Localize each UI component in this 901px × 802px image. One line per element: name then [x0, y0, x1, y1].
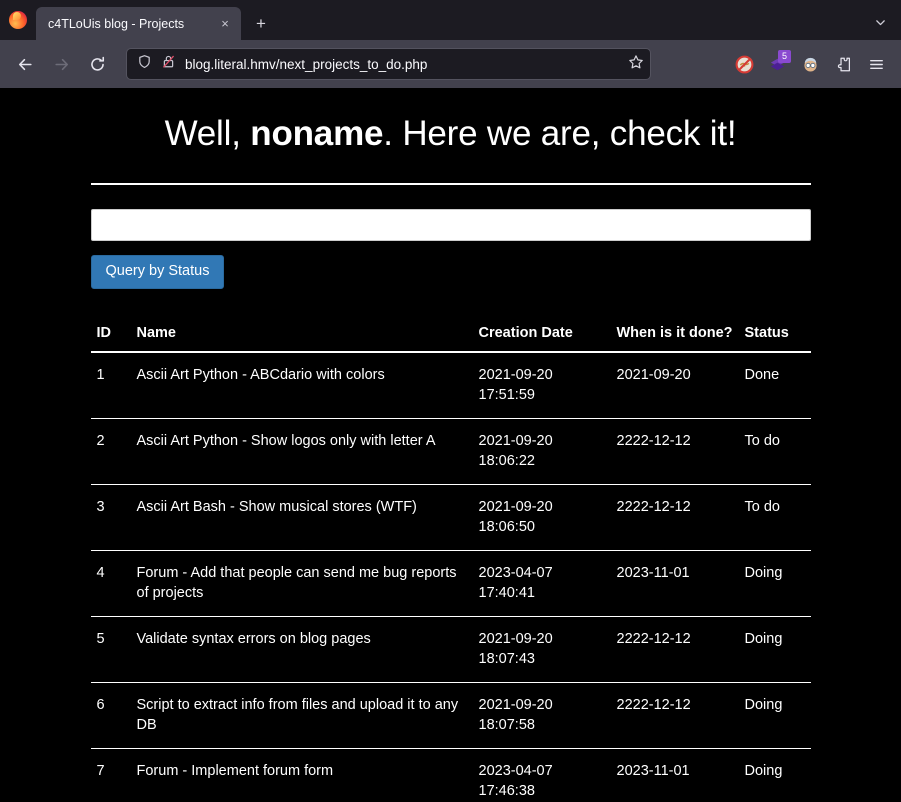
cell-creation-date: 2021-09-20 18:06:50 — [472, 484, 611, 551]
cell-creation-date: 2023-04-07 17:40:41 — [472, 550, 611, 617]
cell-name: Forum - Implement forum form — [130, 748, 473, 802]
cell-id: 1 — [96, 367, 105, 384]
cell-name: Ascii Art Python - ABCdario with colors — [136, 367, 385, 384]
cell-status: Doing — [738, 550, 811, 617]
cell-id: 7 — [90, 748, 131, 802]
cell-when-done: 2222-12-12 — [610, 484, 739, 551]
table-row: 6 Script to extract info from files and u… — [90, 682, 811, 749]
tab-title: c4TLoUis blog - Projects — [48, 16, 185, 31]
downloads-badge: 5 — [778, 50, 791, 63]
url-text: blog.literal.hmv/next_projects_to_do.php — [185, 56, 428, 72]
table-header-row: ID Name Creation Date When is it done? S… — [90, 316, 811, 354]
cell-status: To do — [738, 418, 811, 485]
navigation-toolbar: blog.literal.hmv/next_projects_to_do.php — [0, 40, 901, 88]
cell-name: Forum - Add that people can send me bug … — [130, 550, 473, 617]
page-title: Well, noname. Here we are, check it! — [91, 112, 811, 156]
cell-status: To do — [738, 484, 811, 551]
cell-status: Doing — [738, 682, 811, 749]
column-header-creation-date: Creation Date — [472, 316, 611, 354]
column-header-when-done: When is it done? — [610, 316, 739, 354]
cell-creation-date: 2021-09-20 18:06:22 — [472, 418, 611, 485]
firefox-logo-icon — [9, 11, 27, 29]
cell-name: Script to extract info from files and up… — [130, 682, 473, 749]
chevron-down-icon[interactable] — [863, 7, 897, 37]
cell-id: 5 — [90, 616, 131, 683]
account-avatar-icon[interactable] — [795, 49, 825, 79]
cell-creation-date: 2023-04-07 17:46:38 — [472, 748, 611, 802]
firefox-app-button[interactable] — [0, 0, 36, 40]
adblock-icon[interactable] — [729, 49, 759, 79]
cell-creation-date: 2021-09-20 18:07:43 — [472, 616, 611, 683]
lock-crossed-icon[interactable] — [161, 54, 176, 74]
close-icon[interactable]: × — [215, 14, 235, 34]
table-row: 5 Validate syntax errors on blog pages 202… — [90, 616, 811, 683]
cell-name: Ascii Art Python - Show logos only with … — [130, 418, 473, 485]
star-icon[interactable] — [628, 54, 644, 75]
column-header-id: ID — [90, 316, 131, 354]
forward-arrow-icon — [44, 48, 78, 80]
cell-when-done: 2222-12-12 — [610, 682, 739, 749]
cell-id: 6 — [90, 682, 131, 749]
downloads-icon[interactable]: 5 — [762, 49, 792, 79]
cell-creation-date: 2021-09-20 17:51:59 — [478, 367, 553, 404]
shield-icon[interactable] — [137, 54, 152, 74]
cell-status: Doing — [738, 616, 811, 683]
page-viewport: Well, noname. Here we are, check it! Que… — [0, 88, 901, 802]
cell-status: Doing — [738, 748, 811, 802]
table-body: 1 Ascii Art Python - ABCdario with colors… — [90, 352, 811, 802]
table-row: 4 Forum - Add that people can send me bug… — [90, 550, 811, 617]
page-title-username: noname — [250, 114, 384, 153]
table-row: 3 Ascii Art Bash - Show musical stores (W… — [90, 484, 811, 551]
cell-when-done: 2222-12-12 — [610, 616, 739, 683]
column-header-status: Status — [738, 316, 811, 354]
status-input[interactable] — [90, 208, 811, 241]
table-row: 2 Ascii Art Python - Show logos only with… — [90, 418, 811, 485]
cell-status: Done — [744, 367, 780, 384]
tab-strip: c4TLoUis blog - Projects × + — [0, 0, 901, 40]
cell-name: Ascii Art Bash - Show musical stores (WT… — [130, 484, 473, 551]
cell-name: Validate syntax errors on blog pages — [130, 616, 473, 683]
cell-when-done: 2023-11-01 — [610, 550, 739, 617]
projects-table: ID Name Creation Date When is it done? S… — [90, 316, 811, 802]
reload-icon[interactable] — [80, 48, 114, 80]
cell-id: 3 — [90, 484, 131, 551]
cell-when-done: 2222-12-12 — [610, 418, 739, 485]
extensions-icon[interactable] — [828, 49, 858, 79]
page-title-prefix: Well, — [164, 114, 251, 153]
column-header-name: Name — [130, 316, 473, 354]
cell-id: 2 — [90, 418, 131, 485]
browser-tab[interactable]: c4TLoUis blog - Projects × — [36, 7, 241, 40]
page-title-suffix: . Here we are, check it! — [383, 114, 737, 153]
cell-creation-date: 2021-09-20 18:07:58 — [472, 682, 611, 749]
table-header: ID Name Creation Date When is it done? S… — [90, 316, 811, 354]
back-arrow-icon[interactable] — [8, 48, 42, 80]
new-tab-button[interactable]: + — [245, 7, 277, 40]
app-menu-hamburger-icon[interactable] — [861, 49, 891, 79]
query-by-status-button[interactable]: Query by Status — [90, 254, 225, 289]
table-row: 1 Ascii Art Python - ABCdario with colors… — [91, 352, 811, 419]
browser-chrome: c4TLoUis blog - Projects × + blog.litera… — [0, 0, 901, 88]
query-by-status-form: Query by Status — [90, 208, 811, 289]
title-divider — [90, 182, 811, 185]
page-container: Well, noname. Here we are, check it! Que… — [90, 88, 811, 802]
cell-when-done: 2021-09-20 — [616, 367, 691, 384]
cell-id: 4 — [90, 550, 131, 617]
cell-when-done: 2023-11-01 — [610, 748, 739, 802]
url-bar[interactable]: blog.literal.hmv/next_projects_to_do.php — [126, 48, 651, 80]
toolbar-extensions-area: 5 — [729, 49, 893, 79]
table-row: 7 Forum - Implement forum form 2023-04-07 … — [90, 748, 811, 802]
